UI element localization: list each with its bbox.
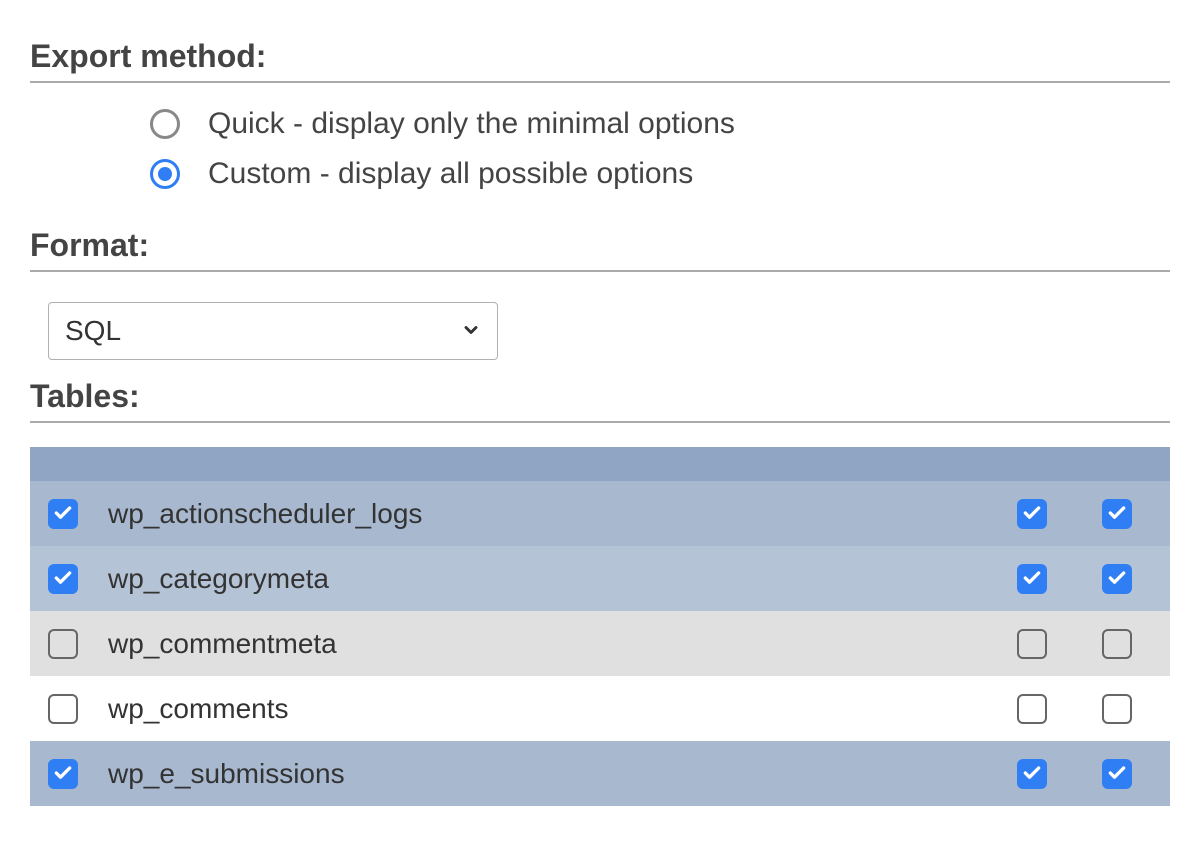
radio-custom[interactable] [150, 159, 180, 189]
check-icon [53, 498, 73, 530]
row-structure-checkbox[interactable] [1017, 564, 1047, 594]
export-method-radio-group: Quick - display only the minimal options… [30, 107, 1170, 191]
table-name: wp_commentmeta [108, 628, 982, 660]
table-name: wp_e_submissions [108, 758, 982, 790]
radio-quick[interactable] [150, 109, 180, 139]
row-structure-col [982, 629, 1082, 659]
row-data-checkbox[interactable] [1102, 759, 1132, 789]
radio-custom-label: Custom - display all possible options [208, 157, 693, 191]
table-name: wp_comments [108, 693, 982, 725]
format-select-value: SQL [65, 315, 121, 347]
row-select-col [48, 759, 108, 789]
export-method-custom-option[interactable]: Custom - display all possible options [150, 157, 1170, 191]
row-select-col [48, 499, 108, 529]
check-icon [1022, 498, 1042, 530]
chevron-down-icon [461, 315, 481, 347]
table-row[interactable]: wp_categorymeta [30, 546, 1170, 611]
row-structure-col [982, 564, 1082, 594]
row-select-checkbox[interactable] [48, 759, 78, 789]
row-select-checkbox[interactable] [48, 694, 78, 724]
check-icon [53, 758, 73, 790]
tables-header-row [30, 447, 1170, 481]
row-data-col [1082, 629, 1152, 659]
row-structure-checkbox[interactable] [1017, 694, 1047, 724]
export-method-quick-option[interactable]: Quick - display only the minimal options [150, 107, 1170, 141]
check-icon [53, 563, 73, 595]
row-data-checkbox[interactable] [1102, 629, 1132, 659]
check-icon [1107, 758, 1127, 790]
tables-heading: Tables: [30, 378, 1170, 423]
row-select-col [48, 694, 108, 724]
table-row[interactable]: wp_comments [30, 676, 1170, 741]
row-structure-col [982, 759, 1082, 789]
check-icon [1022, 758, 1042, 790]
format-heading: Format: [30, 227, 1170, 272]
row-structure-col [982, 499, 1082, 529]
row-select-checkbox[interactable] [48, 499, 78, 529]
row-structure-checkbox[interactable] [1017, 759, 1047, 789]
row-select-col [48, 564, 108, 594]
row-select-col [48, 629, 108, 659]
check-icon [1107, 563, 1127, 595]
table-row[interactable]: wp_commentmeta [30, 611, 1170, 676]
row-structure-checkbox[interactable] [1017, 629, 1047, 659]
check-icon [1022, 563, 1042, 595]
row-select-checkbox[interactable] [48, 629, 78, 659]
table-name: wp_categorymeta [108, 563, 982, 595]
row-data-checkbox[interactable] [1102, 499, 1132, 529]
row-data-col [1082, 694, 1152, 724]
radio-dot-icon [158, 167, 172, 181]
row-select-checkbox[interactable] [48, 564, 78, 594]
row-structure-checkbox[interactable] [1017, 499, 1047, 529]
format-select-container: SQL [48, 302, 498, 360]
table-row[interactable]: wp_actionscheduler_logs [30, 481, 1170, 546]
row-data-checkbox[interactable] [1102, 694, 1132, 724]
export-method-heading: Export method: [30, 38, 1170, 83]
row-data-col [1082, 499, 1152, 529]
table-name: wp_actionscheduler_logs [108, 498, 982, 530]
row-data-col [1082, 759, 1152, 789]
tables-list: wp_actionscheduler_logs wp_categorymetawp… [30, 447, 1170, 806]
row-data-checkbox[interactable] [1102, 564, 1132, 594]
radio-quick-label: Quick - display only the minimal options [208, 107, 735, 141]
format-select[interactable]: SQL [48, 302, 498, 360]
table-row[interactable]: wp_e_submissions [30, 741, 1170, 806]
check-icon [1107, 498, 1127, 530]
row-structure-col [982, 694, 1082, 724]
row-data-col [1082, 564, 1152, 594]
